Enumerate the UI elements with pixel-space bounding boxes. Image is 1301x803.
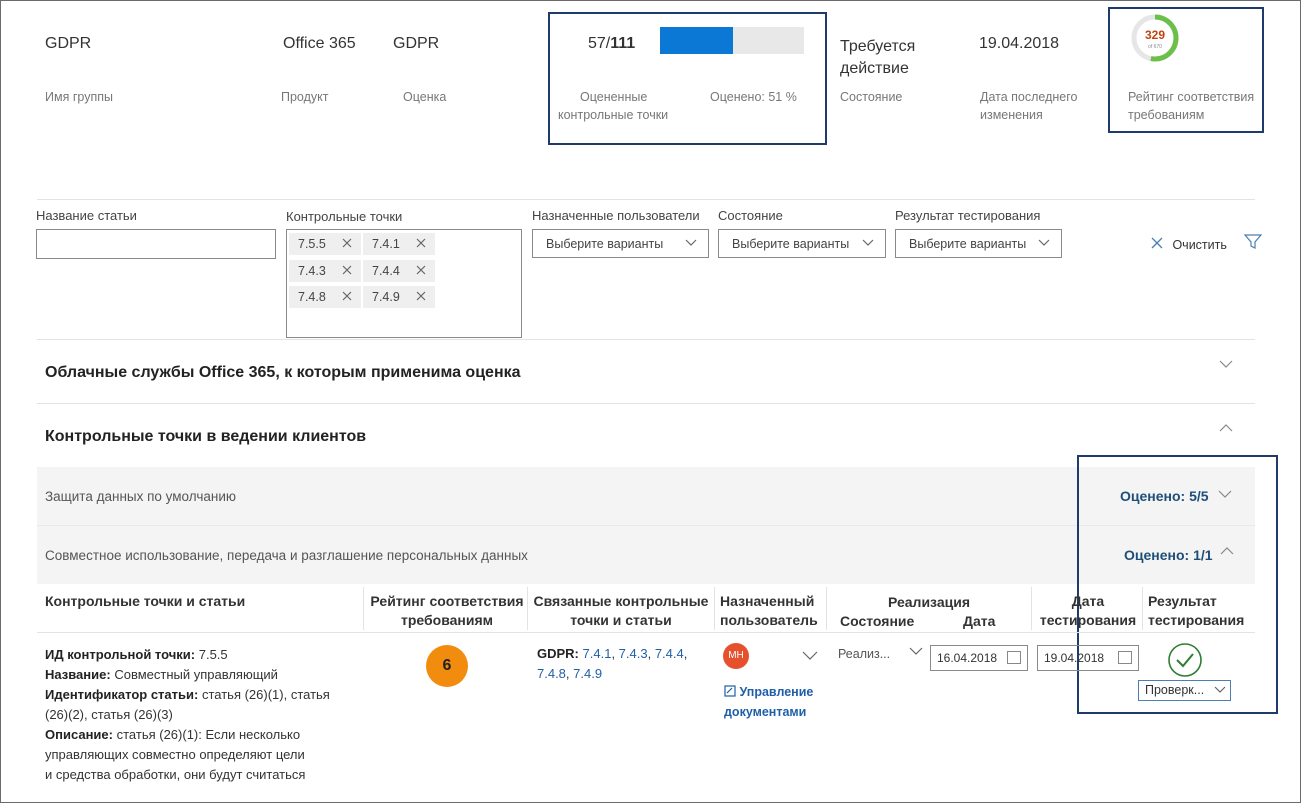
- implementation-status-dropdown[interactable]: Реализ...: [838, 646, 924, 661]
- filter-icon[interactable]: [1244, 234, 1262, 250]
- status-label: Состояние: [840, 90, 903, 104]
- control-group-title: Защита данных по умолчанию: [45, 489, 237, 504]
- compliance-score-donut: 329 of 670: [1130, 13, 1180, 63]
- column-divider: [1142, 587, 1143, 630]
- assessed-count: 57/111: [588, 35, 636, 52]
- related-controls: GDPR: 7.4.1, 7.4.3, 7.4.4, 7.4.8, 7.4.9: [537, 646, 688, 681]
- assessment-label: Оценка: [403, 90, 447, 104]
- test-date-picker[interactable]: 19.04.2018: [1037, 645, 1139, 671]
- compliance-label: Рейтинг соответствия требованиям: [1128, 90, 1255, 122]
- control-points-picker[interactable]: 7.5.5 7.4.1 7.4.3 7.4.4 7.4.8 7.4.9: [286, 229, 522, 338]
- column-header-assigned: Назначенный пользователь: [720, 593, 818, 628]
- assessed-progress-fill: [660, 27, 734, 54]
- column-divider: [1031, 587, 1032, 630]
- divider: [37, 339, 1255, 340]
- chevron-down-icon: [862, 239, 874, 246]
- assessed-percent: Оценено: 51 %: [710, 90, 797, 104]
- chevron-down-icon[interactable]: [1218, 357, 1234, 371]
- chevron-down-icon: [685, 239, 697, 246]
- assessment-value: GDPR: [393, 35, 440, 52]
- column-header-related: Связанные контрольные точки и статьи: [533, 593, 709, 628]
- column-divider: [714, 587, 715, 630]
- column-header-result: Результат тестирования: [1148, 593, 1245, 628]
- assigned-users-dropdown[interactable]: Выберите варианты: [532, 229, 709, 258]
- test-result-select[interactable]: Проверк...: [1138, 680, 1231, 701]
- control-point-tag: 7.5.5: [289, 233, 361, 255]
- status-dropdown[interactable]: Выберите варианты: [718, 229, 886, 258]
- control-point-tag: 7.4.1: [363, 233, 435, 255]
- remove-tag-icon[interactable]: [341, 264, 353, 276]
- compliance-score-value: 329: [1145, 28, 1165, 42]
- remove-tag-icon[interactable]: [415, 264, 427, 276]
- control-points-label: Контрольные точки: [286, 209, 403, 224]
- document-management-link[interactable]: Управление документами: [724, 682, 813, 722]
- status-filter-label: Состояние: [718, 208, 783, 223]
- compliance-rating-badge: 6: [426, 645, 468, 687]
- status-value: Требуется действие: [840, 38, 916, 77]
- column-header-impl-status: Состояние: [840, 613, 915, 629]
- chevron-down-icon: [909, 647, 923, 655]
- column-header-test-date: Дата тестирования: [1039, 593, 1137, 628]
- column-divider: [363, 587, 364, 630]
- clear-filters-button[interactable]: Очистить: [1150, 236, 1227, 254]
- customer-controls-section-title[interactable]: Контрольные точки в ведении клиентов: [45, 428, 366, 446]
- assessed-label: Оцененные контрольные точки: [558, 90, 669, 122]
- product-value: Office 365: [283, 35, 356, 52]
- related-control-link[interactable]: 7.4.3: [619, 646, 648, 661]
- divider: [37, 632, 1255, 633]
- column-divider: [826, 587, 827, 630]
- chevron-down-icon: [1038, 239, 1050, 246]
- chevron-up-icon[interactable]: [1218, 421, 1234, 435]
- calendar-icon: [1007, 651, 1021, 664]
- column-divider: [527, 587, 528, 630]
- last-modified-value: 19.04.2018: [979, 35, 1060, 52]
- related-control-link[interactable]: 7.4.4: [655, 646, 684, 661]
- implementation-date-picker[interactable]: 16.04.2018: [930, 645, 1028, 671]
- check-circle-icon: [1168, 643, 1202, 677]
- related-control-link[interactable]: 7.4.1: [583, 646, 612, 661]
- control-point-tag: 7.4.8: [289, 286, 361, 308]
- group-name: GDPR: [45, 35, 92, 52]
- avatar[interactable]: МН: [723, 643, 749, 669]
- cloud-services-section-title[interactable]: Облачные службы Office 365, к которым пр…: [45, 364, 521, 382]
- remove-tag-icon[interactable]: [415, 237, 427, 249]
- table-row-control-details: ИД контрольной точки: 7.5.5 Название: Со…: [45, 647, 330, 782]
- compliance-score-sub: of 670: [1148, 44, 1162, 50]
- control-point-tag: 7.4.9: [363, 286, 435, 308]
- control-group-row[interactable]: Совместное использование, передача и раз…: [37, 526, 1255, 584]
- column-header-rating: Рейтинг соответствия требованиям: [370, 593, 524, 628]
- assigned-users-label: Назначенные пользователи: [532, 208, 700, 223]
- column-header-controls: Контрольные точки и статьи: [45, 593, 246, 609]
- control-group-title: Совместное использование, передача и раз…: [45, 548, 528, 563]
- control-point-tag: 7.4.4: [363, 260, 435, 282]
- article-name-input[interactable]: [36, 229, 276, 259]
- product-label: Продукт: [281, 90, 329, 104]
- test-result-dropdown[interactable]: Выберите варианты: [895, 229, 1062, 258]
- group-name-label: Имя группы: [45, 90, 113, 104]
- control-group-row[interactable]: Защита данных по умолчанию Оценено: 5/5: [37, 467, 1255, 525]
- column-header-impl-date: Дата: [963, 613, 996, 629]
- column-header-implementation: Реализация: [888, 594, 971, 610]
- remove-tag-icon[interactable]: [341, 237, 353, 249]
- divider: [37, 199, 1255, 200]
- assessed-progress-bar: [660, 27, 804, 54]
- chevron-down-icon[interactable]: [801, 650, 819, 662]
- last-modified-label: Дата последнего изменения: [980, 90, 1078, 122]
- close-icon: [1151, 237, 1163, 249]
- calendar-icon: [1118, 651, 1132, 664]
- article-name-label: Название статьи: [36, 208, 137, 223]
- related-control-link[interactable]: 7.4.8: [537, 666, 566, 681]
- test-result-label: Результат тестирования: [895, 208, 1041, 223]
- chevron-down-icon: [1214, 686, 1226, 693]
- document-icon: [724, 685, 736, 697]
- remove-tag-icon[interactable]: [415, 290, 427, 302]
- divider: [37, 403, 1255, 404]
- control-point-tag: 7.4.3: [289, 260, 361, 282]
- remove-tag-icon[interactable]: [341, 290, 353, 302]
- related-control-link[interactable]: 7.4.9: [573, 666, 602, 681]
